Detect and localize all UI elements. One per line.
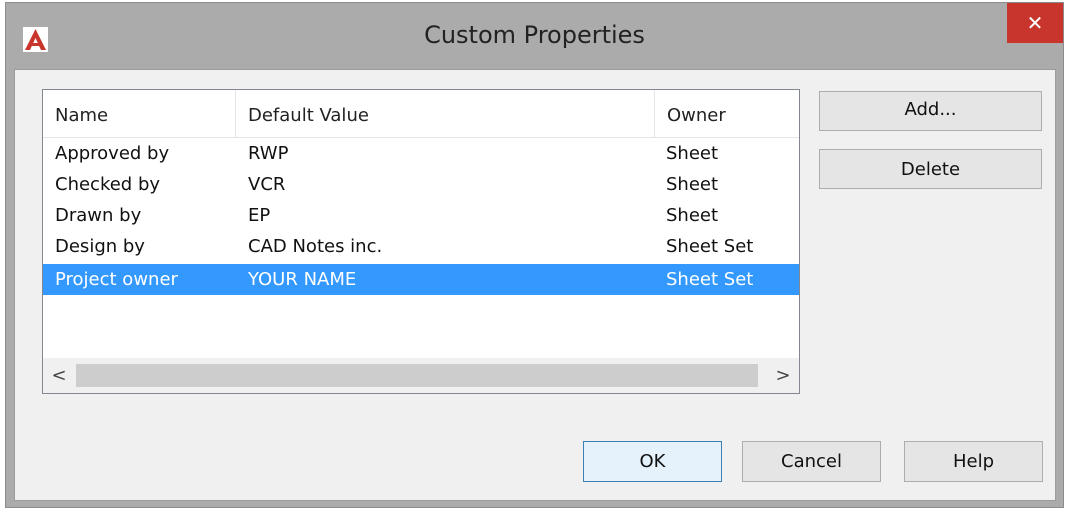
close-icon: ✕ bbox=[1026, 11, 1044, 35]
add-button[interactable]: Add... bbox=[819, 91, 1042, 131]
table-row[interactable]: Approved by RWP Sheet bbox=[43, 138, 799, 169]
list-header: Name Default Value Owner bbox=[43, 90, 799, 138]
dialog-body: Name Default Value Owner Approved by RWP… bbox=[14, 69, 1056, 501]
row-owner: Sheet bbox=[666, 174, 719, 195]
properties-list[interactable]: Name Default Value Owner Approved by RWP… bbox=[42, 89, 800, 394]
table-row-selected[interactable]: Project owner YOUR NAME Sheet Set bbox=[43, 264, 799, 295]
title-bar[interactable]: Custom Properties ✕ bbox=[6, 3, 1063, 69]
delete-button[interactable]: Delete bbox=[819, 149, 1042, 189]
row-default-value: RWP bbox=[248, 143, 289, 164]
row-owner: Sheet bbox=[666, 143, 719, 164]
row-default-value: EP bbox=[248, 205, 271, 226]
row-name: Design by bbox=[55, 236, 145, 257]
help-button[interactable]: Help bbox=[904, 441, 1043, 482]
row-owner: Sheet Set bbox=[666, 236, 754, 257]
column-header-name[interactable]: Name bbox=[43, 90, 235, 137]
cancel-button[interactable]: Cancel bbox=[742, 441, 881, 482]
scroll-left-icon[interactable]: < bbox=[45, 358, 73, 393]
column-header-owner[interactable]: Owner bbox=[655, 90, 799, 137]
table-row[interactable]: Design by CAD Notes inc. Sheet Set bbox=[43, 231, 799, 262]
row-owner: Sheet Set bbox=[666, 269, 754, 290]
row-default-value: VCR bbox=[248, 174, 286, 195]
custom-properties-dialog: Custom Properties ✕ Name Default Value O… bbox=[5, 2, 1064, 508]
row-name: Drawn by bbox=[55, 205, 142, 226]
scrollbar-thumb[interactable] bbox=[76, 364, 758, 387]
row-owner: Sheet bbox=[666, 205, 719, 226]
table-row[interactable]: Drawn by EP Sheet bbox=[43, 200, 799, 231]
row-name: Approved by bbox=[55, 143, 170, 164]
row-name: Checked by bbox=[55, 174, 161, 195]
row-default-value: YOUR NAME bbox=[248, 269, 357, 290]
ok-button[interactable]: OK bbox=[583, 441, 722, 482]
row-default-value: CAD Notes inc. bbox=[248, 236, 383, 257]
scroll-right-icon[interactable]: > bbox=[769, 358, 797, 393]
close-button[interactable]: ✕ bbox=[1007, 3, 1063, 43]
row-name: Project owner bbox=[55, 269, 178, 290]
table-row[interactable]: Checked by VCR Sheet bbox=[43, 169, 799, 200]
horizontal-scrollbar[interactable]: < > bbox=[43, 358, 799, 393]
dialog-title: Custom Properties bbox=[424, 21, 645, 49]
column-header-default-value[interactable]: Default Value bbox=[236, 90, 654, 137]
